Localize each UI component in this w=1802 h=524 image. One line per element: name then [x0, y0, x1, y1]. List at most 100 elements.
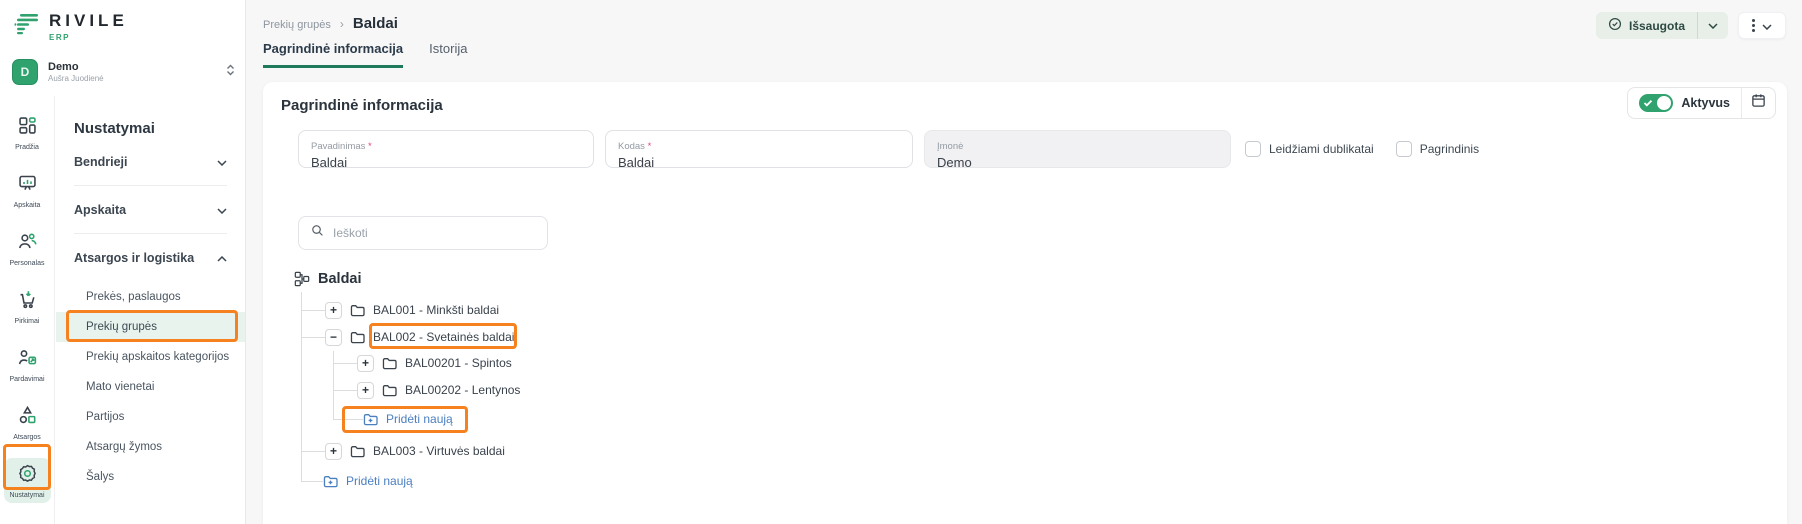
expand-button[interactable]: + [357, 355, 374, 372]
people-icon [17, 231, 38, 257]
imone-input [937, 155, 1218, 170]
main-area: Prekių grupės › Baldai Išsaugota Pagrind… [246, 0, 1802, 524]
menu-group-atsargos-ir-logistika[interactable]: Atsargos ir logistika [74, 234, 227, 282]
pavadinimas-input[interactable] [311, 155, 581, 170]
rail-item-nustatymai[interactable]: Nustatymai [4, 458, 51, 503]
save-dropdown-button[interactable] [1698, 12, 1728, 39]
folder-plus-icon [323, 475, 338, 488]
rail-item-pirkimai[interactable]: Pirkimai [4, 284, 51, 329]
hierarchy-icon [294, 271, 310, 287]
tree-node-bal003: + BAL003 - Virtuvės baldai [294, 438, 505, 464]
chevron-down-icon [217, 155, 227, 169]
folder-icon [350, 304, 365, 317]
more-actions-button[interactable] [1738, 12, 1786, 39]
save-status-split-button[interactable]: Išsaugota [1596, 12, 1728, 39]
field-imone: Įmonė [924, 130, 1231, 168]
avatar: D [12, 59, 38, 85]
tabs: Pagrindinė informacija Istorija [263, 41, 467, 68]
rail-item-pradzia[interactable]: Pradžia [4, 110, 51, 155]
rail-item-atsargos[interactable]: Atsargos [4, 400, 51, 445]
rail-item-apskaita[interactable]: Apskaita [4, 168, 51, 213]
expand-button[interactable]: + [325, 443, 342, 460]
menu-group-bendrieji[interactable]: Bendrieji [74, 138, 227, 186]
checkbox-icon[interactable] [1396, 141, 1412, 157]
main-card: Pagrindinė informacija Aktyvus Pavadinim… [263, 82, 1787, 524]
checkbox-icon[interactable] [1245, 141, 1261, 157]
breadcrumb-parent[interactable]: Prekių grupės [263, 19, 331, 31]
brand[interactable]: RIVILE ERP [14, 12, 128, 42]
field-pavadinimas[interactable]: Pavadinimas * [298, 130, 594, 168]
sidebar-item-partijos[interactable]: Partijos [56, 402, 245, 432]
folder-icon [382, 384, 397, 397]
active-toggle[interactable] [1639, 94, 1673, 112]
folder-icon [382, 357, 397, 370]
form-fields: Pavadinimas * Kodas * Įmonė [298, 130, 1231, 168]
rivile-logo-icon [14, 12, 40, 41]
breadcrumb-separator-icon: › [340, 17, 344, 31]
presentation-chart-icon [17, 173, 38, 199]
kodas-input[interactable] [618, 155, 900, 170]
sidebar-item-atsargu-zymos[interactable]: Atsargų žymos [56, 432, 245, 462]
search-input[interactable] [333, 226, 535, 240]
rivile-erp-app: RIVILE ERP D Demo Aušra Juodienė Pradžia… [0, 0, 1802, 524]
checkbox-pagrindinis[interactable]: Pagrindinis [1396, 141, 1479, 157]
checkbox-group: Leidžiami dublikatai Pagrindinis [1245, 130, 1479, 168]
calendar-button[interactable] [1742, 88, 1775, 118]
field-kodas[interactable]: Kodas * [605, 130, 913, 168]
tree-add-child-link[interactable]: Pridėti naują [294, 406, 453, 432]
settings-menu: Nustatymai Bendrieji Apskaita Atsargos i… [56, 96, 245, 524]
breadcrumb: Prekių grupės › Baldai [263, 15, 398, 32]
calendar-icon [1751, 93, 1766, 113]
breadcrumb-current: Baldai [353, 15, 398, 32]
chevron-up-icon [217, 251, 227, 265]
expand-button[interactable]: + [357, 382, 374, 399]
active-toggle-label: Aktyvus [1681, 96, 1730, 110]
tree-node-bal00202: + BAL00202 - Lentynos [294, 377, 520, 403]
tree-search[interactable] [298, 216, 548, 250]
sidebar-item-mato-vienetai[interactable]: Mato vienetai [56, 372, 245, 402]
folder-icon [350, 445, 365, 458]
company-name: Demo [48, 61, 216, 73]
folder-icon [350, 331, 365, 344]
chevron-down-icon [217, 203, 227, 217]
menu-title: Nustatymai [74, 120, 227, 138]
chevron-updown-icon [226, 63, 235, 81]
person-arrow-icon [17, 347, 38, 373]
tree-node-bal001: + BAL001 - Minkšti baldai [294, 297, 499, 323]
cart-icon [17, 289, 38, 315]
group-tree: Baldai + BAL001 - Minkšti baldai − BAL00… [294, 264, 894, 514]
sidebar-item-prekiu-grupes[interactable]: Prekių grupės [56, 312, 245, 342]
company-switcher[interactable]: D Demo Aušra Juodienė [12, 56, 235, 88]
sidebar-item-salys[interactable]: Šalys [56, 462, 245, 492]
brand-name: RIVILE [49, 11, 128, 30]
chevron-down-icon [1762, 17, 1772, 35]
dashboard-icon [17, 115, 38, 141]
left-panel: RIVILE ERP D Demo Aušra Juodienė Pradžia… [0, 0, 246, 524]
tree-root[interactable]: Baldai [294, 266, 362, 292]
sidebar-item-prekiu-apskaitos-kategorijos[interactable]: Prekių apskaitos kategorijos [56, 342, 245, 372]
module-rail: Pradžia Apskaita Personalas Pirkimai Par… [0, 96, 55, 524]
toggle-knob [1657, 96, 1671, 110]
brand-sub: ERP [49, 33, 128, 42]
gear-icon [17, 463, 38, 489]
checkbox-leidziami-dublikatai[interactable]: Leidžiami dublikatai [1245, 141, 1374, 157]
tab-pagrindine-informacija[interactable]: Pagrindinė informacija [263, 41, 403, 68]
sidebar-item-prekes-paslaugos[interactable]: Prekės, paslaugos [56, 282, 245, 312]
shapes-icon [17, 405, 38, 431]
expand-button[interactable]: + [325, 302, 342, 319]
kebab-icon [1752, 19, 1755, 32]
collapse-button[interactable]: − [325, 329, 342, 346]
active-toggle-box: Aktyvus [1627, 87, 1776, 119]
check-circle-icon [1608, 17, 1622, 34]
save-status-label: Išsaugota [1629, 19, 1685, 33]
menu-group-apskaita[interactable]: Apskaita [74, 186, 227, 234]
rail-item-personalas[interactable]: Personalas [4, 226, 51, 271]
user-name: Aušra Juodienė [48, 74, 216, 83]
tree-add-root-link[interactable]: Pridėti naują [294, 468, 413, 494]
card-title: Pagrindinė informacija [281, 97, 443, 114]
rail-item-pardavimai[interactable]: Pardavimai [4, 342, 51, 387]
folder-plus-icon [363, 413, 378, 426]
search-icon [311, 224, 324, 242]
tab-istorija[interactable]: Istorija [429, 41, 467, 68]
tree-node-bal00201: + BAL00201 - Spintos [294, 350, 512, 376]
